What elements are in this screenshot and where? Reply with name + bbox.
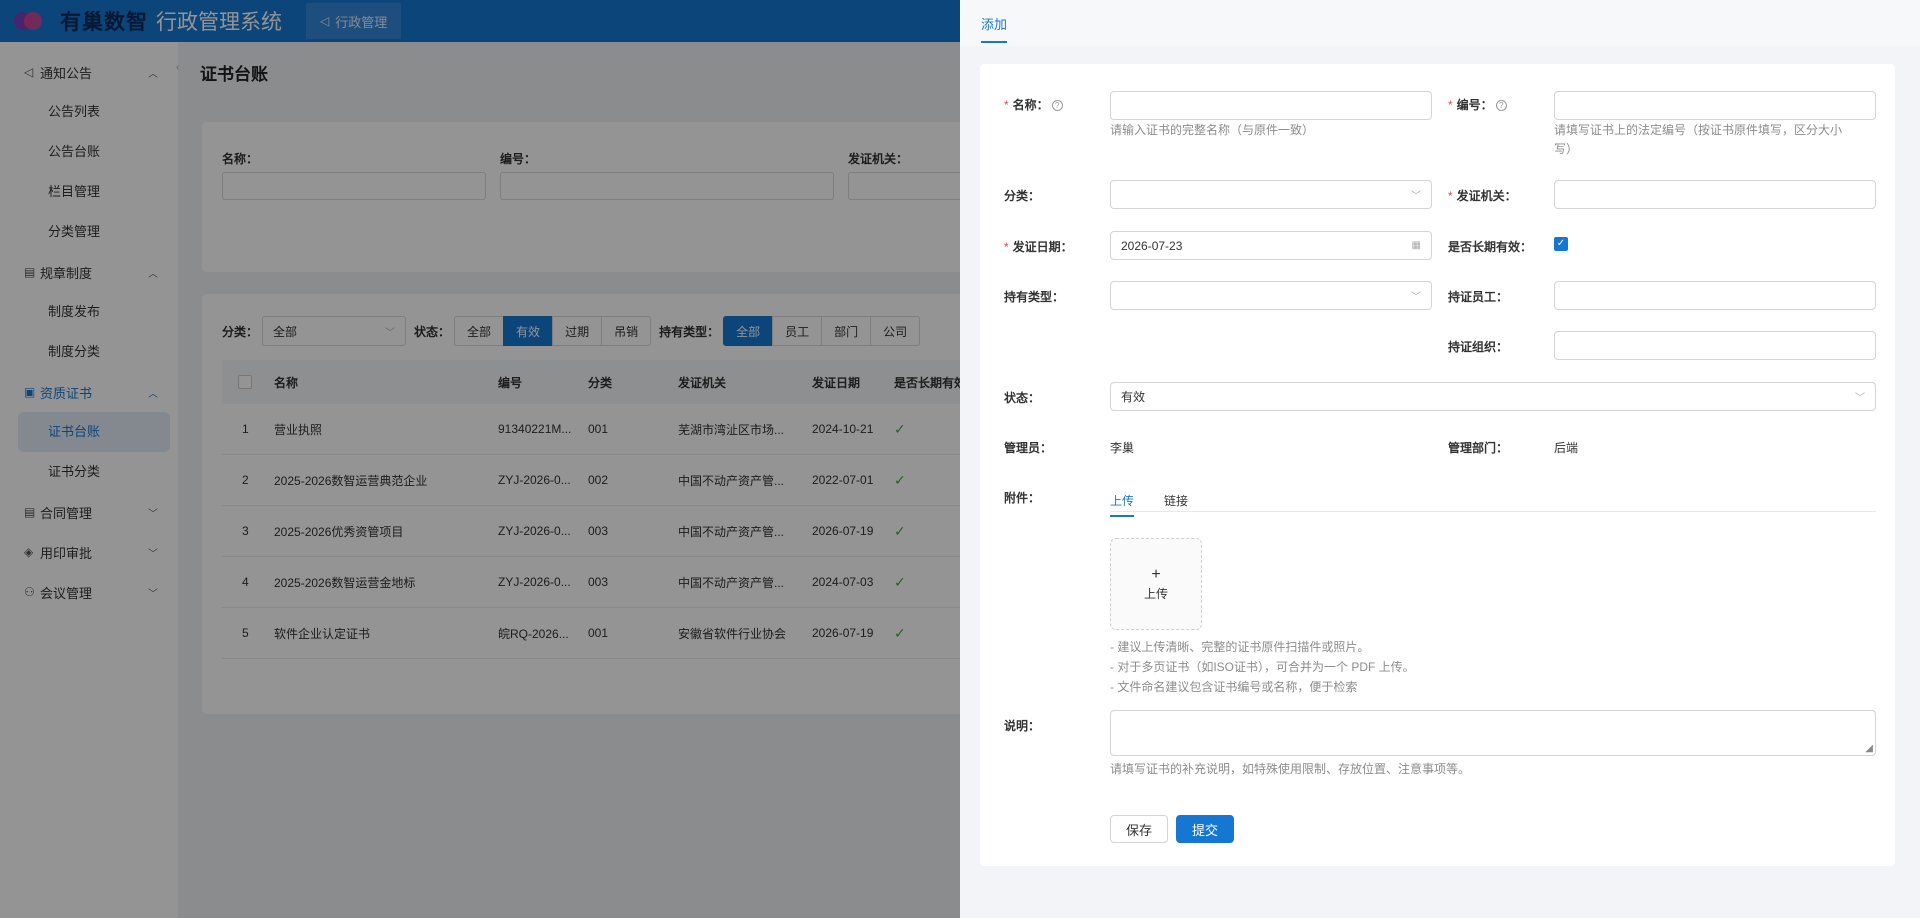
help-icon: ? bbox=[1495, 100, 1507, 111]
status-select-value: 有效 bbox=[1121, 390, 1146, 404]
name-hint: 请输入证书的完整名称（与原件一致） bbox=[1110, 123, 1315, 137]
drawer-header: 添加 bbox=[960, 0, 1920, 46]
save-button[interactable]: 保存 bbox=[1110, 815, 1168, 843]
help-icon: ? bbox=[1051, 100, 1063, 111]
add-drawer: 添加 * 名称：? 请输入证书的完整名称（与原件一致） * 编号：? 请填写证书上的… bbox=[960, 0, 1920, 918]
holder-org-label: 持证组织： bbox=[1448, 340, 1509, 354]
admin-dept-value: 后端 bbox=[1554, 441, 1579, 455]
submit-button[interactable]: 提交 bbox=[1176, 815, 1234, 843]
category-field-label: 分类： bbox=[1004, 189, 1041, 203]
category-select[interactable]: ﹀ bbox=[1110, 180, 1432, 209]
holder-type-select[interactable]: ﹀ bbox=[1110, 281, 1432, 310]
upload-tip: - 建议上传清晰、完整的证书原件扫描件或照片。 bbox=[1110, 640, 1370, 654]
upload-button[interactable]: + 上传 bbox=[1110, 538, 1202, 630]
issue-date-value: 2026-07-23 bbox=[1121, 238, 1183, 253]
holder-type-label: 持有类型： bbox=[1004, 290, 1065, 304]
issuer-input[interactable] bbox=[1554, 180, 1876, 209]
resize-handle-icon[interactable]: ◢ bbox=[1865, 743, 1873, 754]
admin-label: 管理员： bbox=[1004, 441, 1053, 455]
code-field-label: * 编号：? bbox=[1448, 96, 1507, 113]
code-input[interactable] bbox=[1554, 91, 1876, 120]
tab-link[interactable]: 链接 bbox=[1164, 492, 1188, 515]
name-field-label: * 名称：? bbox=[1004, 96, 1063, 113]
admin-value: 李巢 bbox=[1110, 441, 1135, 455]
code-hint-line1: 请填写证书上的法定编号（按证书原件填写，区分大小 bbox=[1554, 123, 1843, 137]
description-hint: 请填写证书的补充说明，如特殊使用限制、存放位置、注意事项等。 bbox=[1110, 762, 1471, 776]
tab-add[interactable]: 添加 bbox=[981, 14, 1008, 43]
issue-date-picker[interactable]: 2026-07-23 ▦ bbox=[1110, 231, 1432, 260]
certificate-form: * 名称：? 请输入证书的完整名称（与原件一致） * 编号：? 请填写证书上的法定编… bbox=[980, 64, 1895, 866]
issuer-field-label: * 发证机关： bbox=[1448, 189, 1517, 203]
admin-dept-label: 管理部门： bbox=[1448, 441, 1509, 455]
tab-upload[interactable]: 上传 bbox=[1110, 492, 1135, 517]
name-input[interactable] bbox=[1110, 91, 1432, 120]
chevron-down-icon: ﹀ bbox=[1855, 393, 1865, 404]
longterm-label: 是否长期有效： bbox=[1448, 240, 1533, 254]
status-field-label: 状态： bbox=[1004, 391, 1041, 405]
attachment-tabs: 上传 链接 bbox=[1110, 484, 1876, 517]
plus-icon: + bbox=[1151, 565, 1161, 583]
holder-org-input[interactable] bbox=[1554, 331, 1876, 360]
upload-button-label: 上传 bbox=[1143, 586, 1168, 601]
code-hint-line2: 写） bbox=[1554, 142, 1579, 156]
holder-employee-input[interactable] bbox=[1554, 281, 1876, 310]
chevron-down-icon: ﹀ bbox=[1411, 191, 1421, 202]
status-select[interactable]: 有效 ﹀ bbox=[1110, 382, 1876, 411]
attachment-label: 附件： bbox=[1004, 491, 1041, 505]
longterm-checkbox[interactable]: ✓ bbox=[1554, 237, 1568, 251]
description-label: 说明： bbox=[1004, 719, 1041, 733]
upload-tip: - 对于多页证书（如ISO证书），可合并为一个 PDF 上传。 bbox=[1110, 660, 1415, 674]
issue-date-label: * 发证日期： bbox=[1004, 240, 1073, 254]
calendar-icon: ▦ bbox=[1411, 240, 1421, 251]
chevron-down-icon: ﹀ bbox=[1411, 292, 1421, 303]
holder-employee-label: 持证员工： bbox=[1448, 290, 1509, 304]
upload-tip: - 文件命名建议包含证书编号或名称，便于检索 bbox=[1110, 680, 1358, 694]
description-textarea[interactable]: ◢ bbox=[1110, 710, 1876, 756]
